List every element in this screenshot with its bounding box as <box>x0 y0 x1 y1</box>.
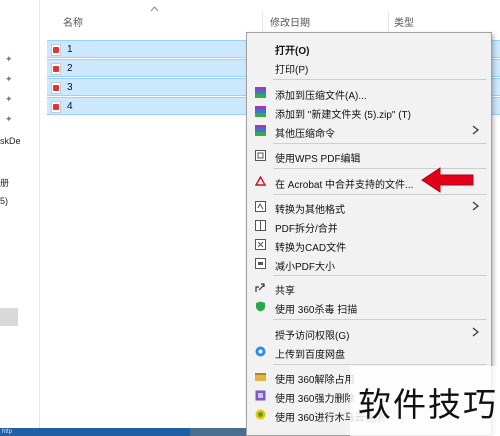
file-name: 2 <box>67 63 73 74</box>
chevron-right-icon <box>472 327 479 337</box>
menu-item-label: 其他压缩命令 <box>275 129 335 140</box>
360-unlock-icon <box>255 373 266 381</box>
menu-separator <box>273 319 487 320</box>
cad-icon <box>255 239 266 250</box>
file-name: 3 <box>67 82 73 93</box>
watermark-text: 软件技巧 <box>358 385 498 424</box>
taskbar-text: http <box>2 429 13 435</box>
menu-separator <box>273 194 487 195</box>
archive-icon <box>255 125 266 136</box>
baidu-cloud-icon <box>255 346 266 357</box>
menu-item-label: 减小PDF大小 <box>275 262 335 273</box>
menu-item-label: 添加到 "新建文件夹 (5).zip" (T) <box>275 110 411 121</box>
nav-selected-item[interactable] <box>0 308 18 326</box>
menu-separator <box>273 275 487 276</box>
pin-icon[interactable]: ✦ <box>5 75 14 84</box>
360-scan-icon <box>255 409 266 420</box>
file-name: 1 <box>67 44 73 55</box>
wps-pdf-icon <box>255 150 266 161</box>
menu-item-label: 转换为CAD文件 <box>275 243 347 254</box>
column-divider[interactable] <box>388 12 389 34</box>
menu-item-360-antivirus[interactable]: 使用 360杀毒 扫描 <box>247 297 491 316</box>
acrobat-icon <box>255 176 266 186</box>
taskbar-item[interactable] <box>190 428 246 436</box>
menu-item-convert-format[interactable]: 转换为其他格式 <box>247 197 491 216</box>
menu-separator <box>273 79 487 80</box>
menu-item-label: 使用 360杀毒 扫描 <box>275 305 358 316</box>
menu-item-reduce-pdf[interactable]: 减小PDF大小 <box>247 254 491 273</box>
pin-icon[interactable]: ✦ <box>5 55 14 64</box>
share-icon <box>255 283 265 292</box>
convert-icon <box>255 201 266 212</box>
archive-icon <box>255 106 266 117</box>
compress-pdf-icon <box>255 258 266 269</box>
pdf-file-icon <box>51 101 61 113</box>
pdf-file-icon <box>51 82 61 94</box>
menu-item-label: 打开(O) <box>275 46 310 57</box>
menu-item-label: 转换为其他格式 <box>275 205 345 216</box>
red-arrow-annotation <box>421 167 474 193</box>
menu-item-label: 共享 <box>275 286 295 297</box>
pdf-file-icon <box>51 44 61 56</box>
menu-item-label: 上传到百度网盘 <box>275 350 345 361</box>
menu-item-label: PDF拆分/合并 <box>275 224 338 235</box>
menu-item-pdf-split-merge[interactable]: PDF拆分/合并 <box>247 216 491 235</box>
menu-item-add-to-zip[interactable]: 添加到 "新建文件夹 (5).zip" (T) <box>247 102 491 121</box>
menu-item-add-to-archive[interactable]: 添加到压缩文件(A)... <box>247 83 491 102</box>
pin-icon[interactable]: ✦ <box>5 115 14 124</box>
menu-item-wps-pdf[interactable]: 使用WPS PDF编辑 <box>247 146 491 165</box>
pdf-file-icon <box>51 63 61 75</box>
menu-item-baidu-upload[interactable]: 上传到百度网盘 <box>247 342 491 361</box>
column-header-name[interactable]: 名称 <box>63 14 83 34</box>
menu-item-label: 打印(P) <box>275 65 309 76</box>
menu-item-label: 使用 360解除占用 <box>275 375 355 386</box>
sort-ascending-icon <box>150 6 159 12</box>
menu-item-label: 在 Acrobat 中合并支持的文件... <box>275 180 414 191</box>
archive-icon <box>255 87 266 98</box>
menu-item-other-compress[interactable]: 其他压缩命令 <box>247 121 491 140</box>
file-name: 4 <box>67 101 73 112</box>
menu-separator <box>273 143 487 144</box>
column-header-type[interactable]: 类型 <box>394 14 414 34</box>
360-delete-icon <box>255 390 266 401</box>
menu-item-label: 授予访问权限(G) <box>275 331 350 342</box>
menu-item-label: 添加到压缩文件(A)... <box>275 91 367 102</box>
menu-item-label: 使用WPS PDF编辑 <box>275 154 361 165</box>
nav-item-label[interactable]: 5) <box>0 196 8 206</box>
pdf-split-icon <box>255 220 266 231</box>
menu-separator <box>273 364 487 365</box>
menu-item-grant-access[interactable]: 授予访问权限(G) <box>247 323 491 342</box>
menu-item-convert-cad[interactable]: 转换为CAD文件 <box>247 235 491 254</box>
chevron-right-icon <box>472 125 479 135</box>
pin-icon[interactable]: ✦ <box>5 95 14 104</box>
column-header-modified[interactable]: 修改日期 <box>270 14 310 34</box>
menu-item-open[interactable]: 打开(O) <box>247 38 491 57</box>
360-antivirus-icon <box>256 301 265 312</box>
column-divider[interactable] <box>262 12 263 34</box>
chevron-right-icon <box>472 201 479 211</box>
menu-item-share[interactable]: 共享 <box>247 278 491 297</box>
nav-item-label[interactable]: 册 <box>0 176 9 189</box>
menu-item-label: 使用 360强力删除 <box>275 394 355 405</box>
menu-item-print[interactable]: 打印(P) <box>247 57 491 76</box>
nav-item-label[interactable]: skDe <box>0 136 21 146</box>
navigation-pane[interactable]: ✦ ✦ ✦ ✦ skDe 册 5) <box>0 0 40 436</box>
